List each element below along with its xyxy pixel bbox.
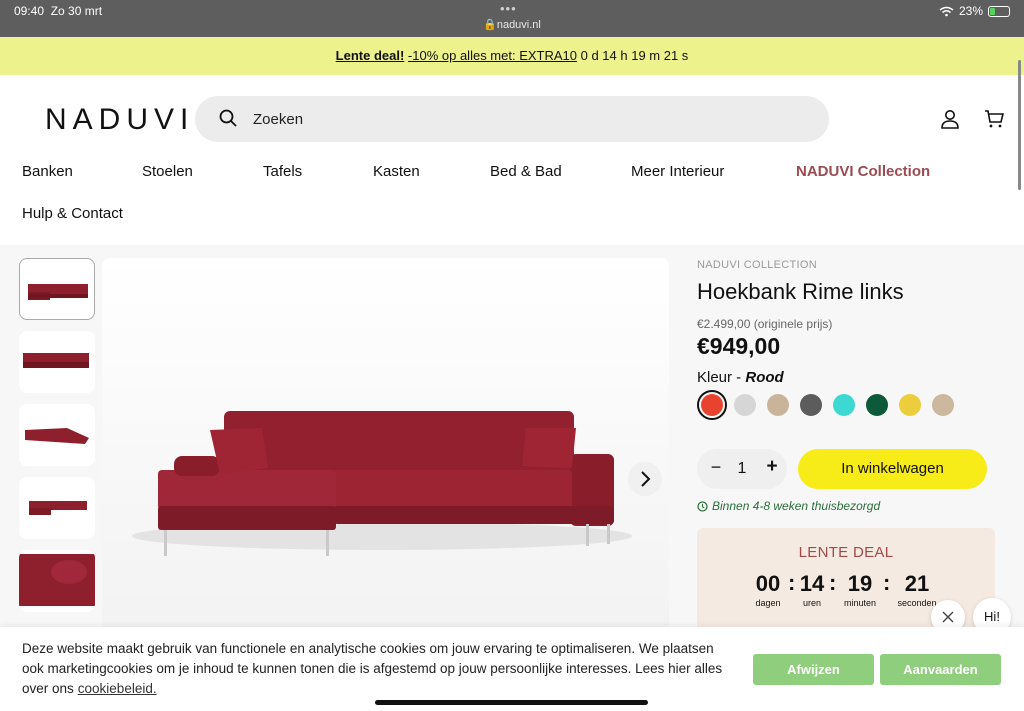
quantity-stepper: − 1 + bbox=[697, 449, 787, 489]
scrollbar[interactable] bbox=[1018, 60, 1021, 190]
site-logo[interactable]: NADUVI bbox=[45, 103, 194, 137]
thumbnail-4[interactable] bbox=[19, 477, 95, 539]
cookie-banner: Deze website maakt gebruik van functione… bbox=[0, 627, 1024, 711]
thumbnail-1[interactable] bbox=[19, 258, 95, 320]
selected-color-name: Rood bbox=[745, 369, 784, 386]
product-main-image[interactable] bbox=[102, 258, 669, 638]
countdown-minutes-label: minuten bbox=[843, 598, 877, 608]
search-bar[interactable]: Zoeken bbox=[195, 96, 829, 142]
sofa-thumbnail-image bbox=[23, 353, 89, 368]
cookie-policy-link[interactable]: cookiebeleid. bbox=[78, 681, 157, 696]
search-input[interactable]: Zoeken bbox=[253, 111, 303, 128]
battery-icon bbox=[988, 5, 1010, 17]
color-swatch-grey[interactable] bbox=[734, 394, 756, 416]
thumbnail-5[interactable] bbox=[19, 550, 95, 612]
search-icon bbox=[219, 109, 237, 127]
home-indicator[interactable] bbox=[375, 700, 648, 705]
promo-title[interactable]: Lente deal! bbox=[336, 48, 405, 63]
countdown-hours-label: uren bbox=[802, 598, 821, 608]
original-price: €2.499,00 (originele prijs) bbox=[697, 317, 833, 331]
countdown-hours: 14 bbox=[799, 571, 825, 596]
account-icon[interactable] bbox=[940, 109, 960, 129]
cart-icon[interactable] bbox=[984, 109, 1004, 129]
color-label: Kleur - Rood bbox=[697, 369, 784, 386]
cookie-text: Deze website maakt gebruik van functione… bbox=[22, 641, 723, 696]
status-time: 09:40 Zo 30 mrt bbox=[14, 4, 103, 18]
sofa-image bbox=[102, 258, 669, 638]
color-swatch-dark-grey[interactable] bbox=[800, 394, 822, 416]
nav-item-meer-interieur[interactable]: Meer Interieur bbox=[631, 163, 724, 180]
status-right: 23% bbox=[939, 4, 1010, 18]
deal-heading: LENTE DEAL bbox=[798, 544, 894, 561]
color-swatch-yellow[interactable] bbox=[899, 394, 921, 416]
nav-item-stoelen[interactable]: Stoelen bbox=[142, 163, 193, 180]
delivery-info: Binnen 4-8 weken thuisbezorgd bbox=[697, 499, 880, 513]
countdown-separator: : bbox=[883, 570, 891, 595]
address-bar[interactable]: 🔒naduvi.nl bbox=[0, 18, 1024, 31]
current-price: €949,00 bbox=[697, 333, 781, 359]
battery-percent: 23% bbox=[958, 4, 983, 18]
promo-countdown: 0 d 14 h 19 m 21 s bbox=[580, 48, 689, 63]
countdown-minutes: 19 bbox=[847, 571, 873, 596]
color-swatch-turquoise[interactable] bbox=[833, 394, 855, 416]
quantity-decrease-button[interactable]: − bbox=[707, 457, 725, 478]
color-swatch-rood[interactable] bbox=[701, 394, 723, 416]
status-bar: 09:40 Zo 30 mrt ••• 🔒naduvi.nl 23% bbox=[0, 0, 1024, 37]
clock-icon bbox=[697, 500, 708, 512]
countdown-separator: : bbox=[829, 570, 837, 595]
color-swatch-sand[interactable] bbox=[932, 394, 954, 416]
nav-item-hulp-contact[interactable]: Hulp & Contact bbox=[22, 205, 123, 222]
lock-icon: 🔒 bbox=[483, 19, 497, 31]
cookie-decline-button[interactable]: Afwijzen bbox=[753, 654, 874, 685]
countdown-seconds: 21 bbox=[904, 571, 930, 596]
browser-menu-dots[interactable]: ••• bbox=[500, 1, 517, 16]
cookie-accept-button[interactable]: Aanvaarden bbox=[880, 654, 1001, 685]
thumbnail-3[interactable] bbox=[19, 404, 95, 466]
nav-item-naduvi-collection[interactable]: NADUVI Collection bbox=[796, 163, 930, 180]
chevron-right-icon bbox=[641, 471, 651, 487]
thumbnail-2[interactable] bbox=[19, 331, 95, 393]
sofa-thumbnail-image bbox=[25, 428, 89, 444]
promo-text[interactable]: -10% op alles met: EXTRA10 bbox=[408, 48, 577, 63]
promo-banner: Lente deal! -10% op alles met: EXTRA10 0… bbox=[0, 37, 1024, 75]
countdown-days-label: dagen bbox=[755, 598, 781, 608]
countdown-days: 00 bbox=[755, 571, 781, 596]
quantity-increase-button[interactable]: + bbox=[763, 456, 781, 478]
sofa-thumbnail-image bbox=[29, 501, 87, 515]
nav-item-tafels[interactable]: Tafels bbox=[263, 163, 302, 180]
next-image-button[interactable] bbox=[628, 462, 662, 496]
nav-item-kasten[interactable]: Kasten bbox=[373, 163, 420, 180]
product-collection[interactable]: NADUVI COLLECTION bbox=[697, 259, 817, 271]
wifi-icon bbox=[939, 6, 954, 16]
nav-item-banken[interactable]: Banken bbox=[22, 163, 73, 180]
delivery-text: Binnen 4-8 weken thuisbezorgd bbox=[712, 499, 881, 513]
quantity-value[interactable]: 1 bbox=[736, 460, 748, 478]
sofa-thumbnail-image bbox=[28, 284, 88, 300]
url-text: naduvi.nl bbox=[496, 19, 541, 31]
sofa-closeup-image bbox=[19, 554, 95, 606]
color-swatch-green[interactable] bbox=[866, 394, 888, 416]
color-swatch-beige[interactable] bbox=[767, 394, 789, 416]
product-title: Hoekbank Rime links bbox=[697, 279, 904, 304]
nav-item-bed-bad[interactable]: Bed & Bad bbox=[490, 163, 562, 180]
add-to-cart-button[interactable]: In winkelwagen bbox=[798, 449, 987, 489]
